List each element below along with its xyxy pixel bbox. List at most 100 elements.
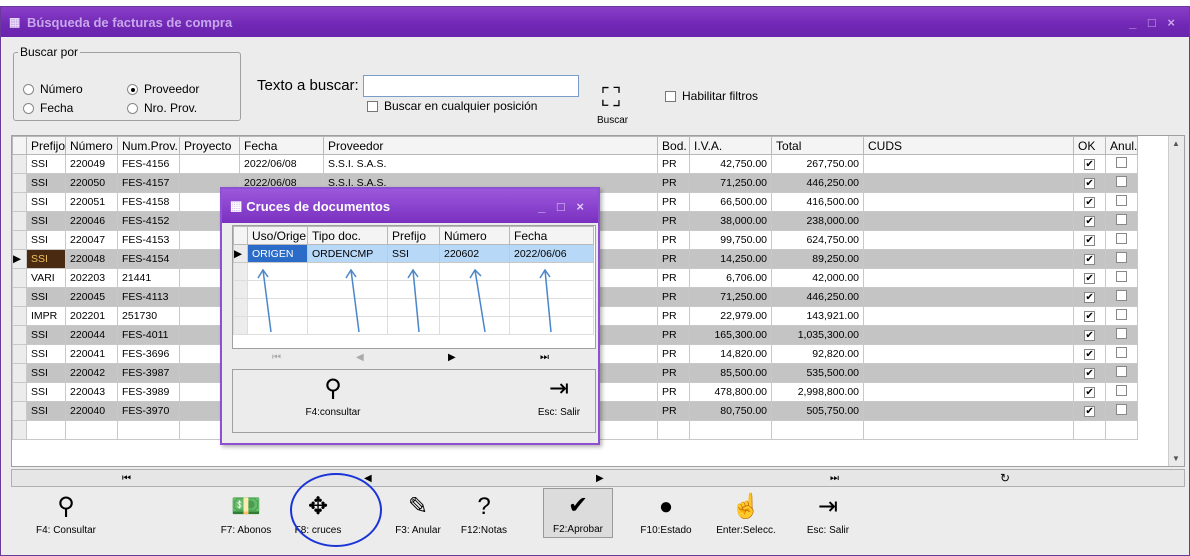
cell-anul[interactable]: [1105, 173, 1139, 193]
anywhere-checkbox[interactable]: Buscar en cualquier posición: [367, 99, 537, 113]
cell-proyecto[interactable]: [179, 154, 241, 174]
cell-ok[interactable]: ✔: [1073, 249, 1107, 269]
cell-bod[interactable]: PR: [657, 154, 691, 174]
ok-checkbox[interactable]: ✔: [1084, 273, 1096, 284]
f12-notas-button[interactable]: ? F12:Notas: [449, 488, 519, 538]
cell-total[interactable]: 42,000.00: [771, 268, 865, 288]
cell-iva[interactable]: 14,250.00: [689, 249, 773, 269]
consultar-button[interactable]: ⚲ F4:consultar: [273, 370, 393, 420]
column-header[interactable]: Num.Prov.: [117, 136, 181, 155]
cell-total[interactable]: 446,250.00: [771, 287, 865, 307]
salir-button[interactable]: ⇥ Esc: Salir: [523, 370, 595, 420]
cell-proveedor[interactable]: S.S.I. S.A.S.: [323, 154, 659, 174]
column-header[interactable]: OK: [1073, 136, 1107, 155]
column-header[interactable]: Prefijo: [25, 136, 67, 155]
cell-cuds[interactable]: [863, 363, 1075, 383]
f3-anular-button[interactable]: ✎ F3: Anular: [383, 488, 453, 538]
ok-checkbox[interactable]: ✔: [1084, 387, 1096, 398]
checkbox-box[interactable]: [367, 100, 378, 112]
anul-checkbox[interactable]: [1116, 347, 1128, 358]
prev-record-icon[interactable]: ◀: [356, 352, 364, 363]
anul-checkbox[interactable]: [1116, 328, 1128, 339]
cell-tipo[interactable]: ORDENCMP: [307, 244, 388, 263]
cell-uso[interactable]: ORIGEN: [247, 244, 308, 263]
esc-salir-button[interactable]: ⇥ Esc: Salir: [793, 488, 863, 538]
cell-fecha[interactable]: 2022/06/08: [239, 154, 325, 174]
cell-total[interactable]: 89,250.00: [771, 249, 865, 269]
anul-checkbox[interactable]: [1116, 233, 1128, 244]
cell-cuds[interactable]: [863, 173, 1075, 193]
cell-ok[interactable]: ✔: [1073, 173, 1107, 193]
cell-ok[interactable]: ✔: [1073, 154, 1107, 174]
refresh-icon[interactable]: ↻: [1000, 471, 1010, 485]
cell-anul[interactable]: [1105, 344, 1139, 364]
cell-prefijo[interactable]: SSI: [25, 382, 67, 402]
cell-bod[interactable]: PR: [657, 344, 691, 364]
cell-prefijo[interactable]: SSI: [25, 325, 67, 345]
cell-iva[interactable]: 165,300.00: [689, 325, 773, 345]
cell-total[interactable]: 2,998,800.00: [771, 382, 865, 402]
cell-cuds[interactable]: [863, 249, 1075, 269]
cell-ok[interactable]: ✔: [1073, 211, 1107, 231]
last-record-icon[interactable]: ⏭: [540, 352, 549, 363]
cell-total[interactable]: 446,250.00: [771, 173, 865, 193]
cell-iva[interactable]: 478,800.00: [689, 382, 773, 402]
cell-anul[interactable]: [1105, 325, 1139, 345]
cell-numprov[interactable]: FES-4152: [117, 211, 181, 231]
cell-iva[interactable]: 71,250.00: [689, 287, 773, 307]
cell-total[interactable]: 416,500.00: [771, 192, 865, 212]
cell-prefijo[interactable]: SSI: [25, 192, 67, 212]
radio-nro-prov[interactable]: Nro. Prov.: [127, 101, 197, 115]
cell-total[interactable]: 505,750.00: [771, 401, 865, 421]
cell-ok[interactable]: ✔: [1073, 344, 1107, 364]
cell-anul[interactable]: [1105, 249, 1139, 269]
ok-checkbox[interactable]: ✔: [1084, 349, 1096, 360]
cell-numprov[interactable]: FES-3987: [117, 363, 181, 383]
radio-numero[interactable]: Número: [23, 82, 83, 96]
cell-total[interactable]: 92,820.00: [771, 344, 865, 364]
cell-numprov[interactable]: FES-4153: [117, 230, 181, 250]
cell-numero[interactable]: 202203: [65, 268, 119, 288]
cell-bod[interactable]: PR: [657, 363, 691, 383]
ok-checkbox[interactable]: ✔: [1084, 368, 1096, 379]
ok-checkbox[interactable]: ✔: [1084, 178, 1096, 189]
cell-prefijo[interactable]: SSI: [25, 249, 67, 269]
cell-cuds[interactable]: [863, 211, 1075, 231]
column-header[interactable]: Anul.: [1105, 136, 1139, 155]
table-row[interactable]: SSI 220049 FES-4156 2022/06/08 S.S.I. S.A.S.…: [12, 154, 1139, 174]
cell-numero[interactable]: 220050: [65, 173, 119, 193]
cell-iva[interactable]: 99,750.00: [689, 230, 773, 250]
cell-ok[interactable]: ✔: [1073, 382, 1107, 402]
scroll-down-icon[interactable]: ▼: [1172, 454, 1180, 463]
f10-estado-button[interactable]: ● F10:Estado: [631, 488, 701, 538]
cell-iva[interactable]: 6,706.00: [689, 268, 773, 288]
column-header[interactable]: I.V.A.: [689, 136, 773, 155]
cell-numprov[interactable]: FES-3970: [117, 401, 181, 421]
last-record-icon[interactable]: ⏭: [830, 473, 839, 484]
search-input[interactable]: [363, 75, 579, 97]
cell-ok[interactable]: ✔: [1073, 230, 1107, 250]
dialog-window-controls[interactable]: _ □ ×: [538, 199, 588, 214]
cell-bod[interactable]: PR: [657, 306, 691, 326]
cell-bod[interactable]: PR: [657, 249, 691, 269]
cell-iva[interactable]: 42,750.00: [689, 154, 773, 174]
cell-ok[interactable]: ✔: [1073, 192, 1107, 212]
cell-fecha[interactable]: 2022/06/06: [509, 244, 594, 263]
cell-numprov[interactable]: 251730: [117, 306, 181, 326]
cell-numprov[interactable]: FES-3696: [117, 344, 181, 364]
radio-dot[interactable]: [23, 83, 34, 95]
cell-numero[interactable]: 220047: [65, 230, 119, 250]
cell-prefijo[interactable]: SSI: [25, 173, 67, 193]
anul-checkbox[interactable]: [1116, 366, 1128, 377]
next-record-icon[interactable]: ▶: [596, 473, 604, 484]
next-record-icon[interactable]: ▶: [448, 352, 456, 363]
column-header[interactable]: CUDS: [863, 136, 1075, 155]
anul-checkbox[interactable]: [1116, 290, 1128, 301]
column-header[interactable]: Fecha: [239, 136, 325, 155]
cell-prefijo[interactable]: SSI: [25, 363, 67, 383]
cell-numero[interactable]: 220044: [65, 325, 119, 345]
cell-anul[interactable]: [1105, 230, 1139, 250]
cell-numero[interactable]: 220046: [65, 211, 119, 231]
cruces-row[interactable]: ▶ ORIGEN ORDENCMP SSI 220602 2022/06/06: [233, 244, 594, 263]
cell-bod[interactable]: PR: [657, 268, 691, 288]
